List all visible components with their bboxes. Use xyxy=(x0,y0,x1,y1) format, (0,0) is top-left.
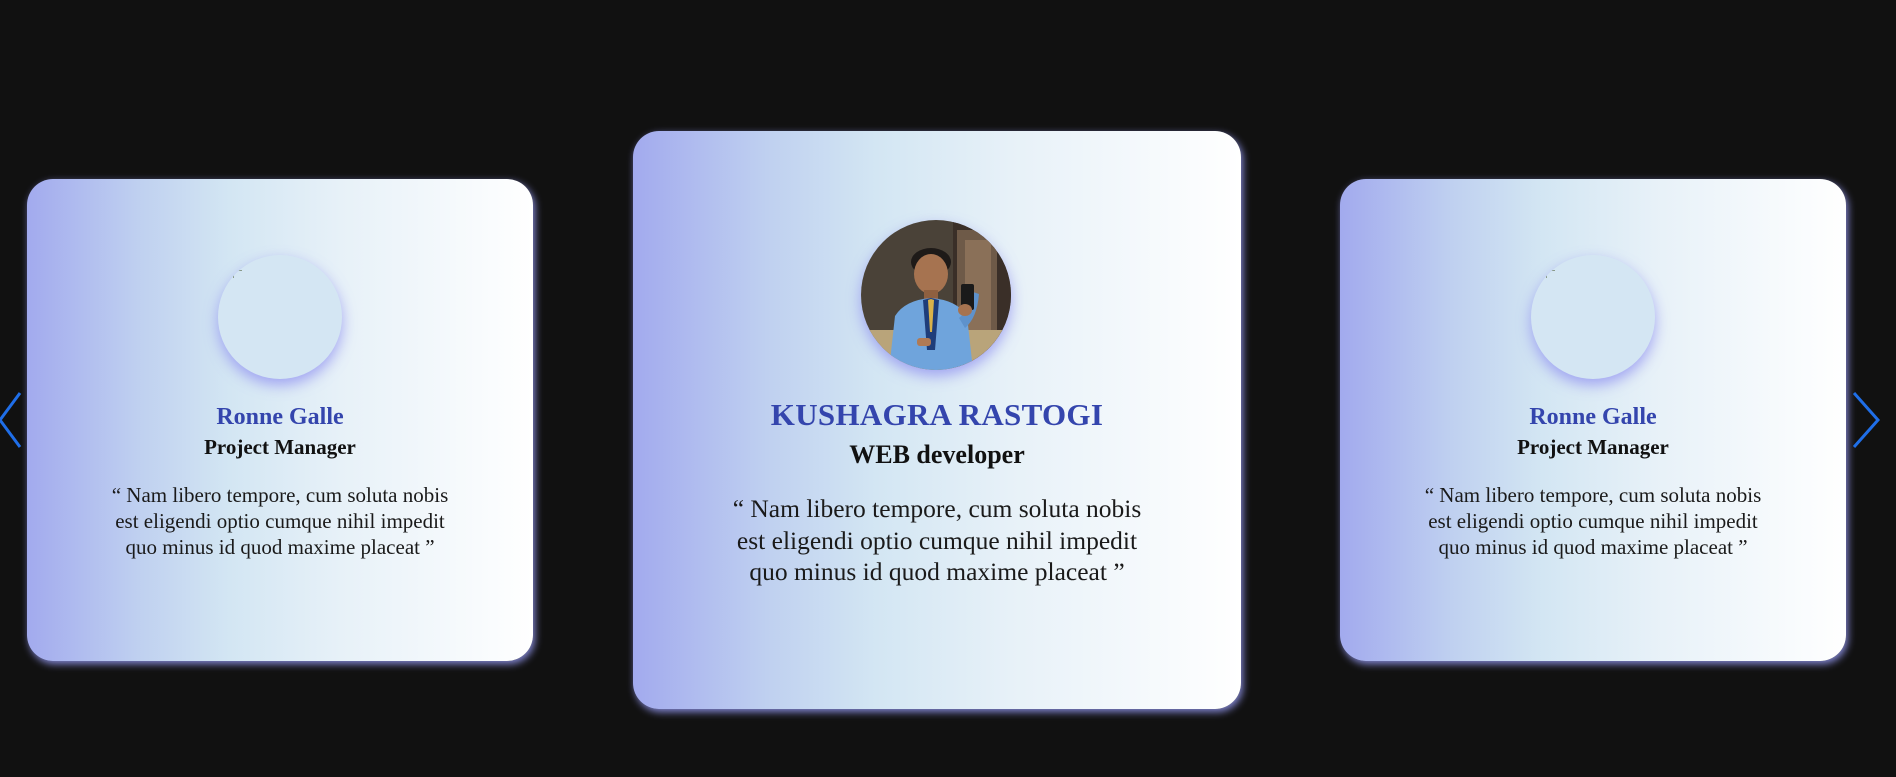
testimonial-carousel: Ronne Galle Project Manager “ Nam libero… xyxy=(0,0,1896,777)
person-role: WEB developer xyxy=(849,440,1025,469)
testimonial-quote: “ Nam libero tempore, cum soluta nobis e… xyxy=(732,494,1142,586)
person-name: Ronne Galle xyxy=(216,404,344,430)
testimonial-card-right[interactable]: Ronne Galle Project Manager “ Nam libero… xyxy=(1340,179,1846,661)
broken-image-icon xyxy=(233,270,242,278)
chevron-left-icon xyxy=(0,392,22,448)
avatar xyxy=(1531,255,1655,379)
testimonial-quote: “ Nam libero tempore, cum soluta nobis e… xyxy=(111,483,449,559)
person-role: Project Manager xyxy=(204,435,356,459)
profile-photo-icon xyxy=(861,220,1011,370)
chevron-right-icon xyxy=(1852,392,1881,448)
testimonial-card-left[interactable]: Ronne Galle Project Manager “ Nam libero… xyxy=(27,179,533,661)
carousel-next-button[interactable] xyxy=(1850,388,1884,452)
carousel-prev-button[interactable] xyxy=(0,388,30,452)
testimonial-card-active[interactable]: KUSHAGRA RASTOGI WEB developer “ Nam lib… xyxy=(633,131,1241,709)
person-name: KUSHAGRA RASTOGI xyxy=(770,397,1104,432)
person-role: Project Manager xyxy=(1517,435,1669,459)
testimonial-quote: “ Nam libero tempore, cum soluta nobis e… xyxy=(1424,483,1762,559)
person-name: Ronne Galle xyxy=(1529,404,1657,430)
avatar xyxy=(218,255,342,379)
broken-image-icon xyxy=(1546,270,1555,278)
avatar xyxy=(861,220,1011,370)
